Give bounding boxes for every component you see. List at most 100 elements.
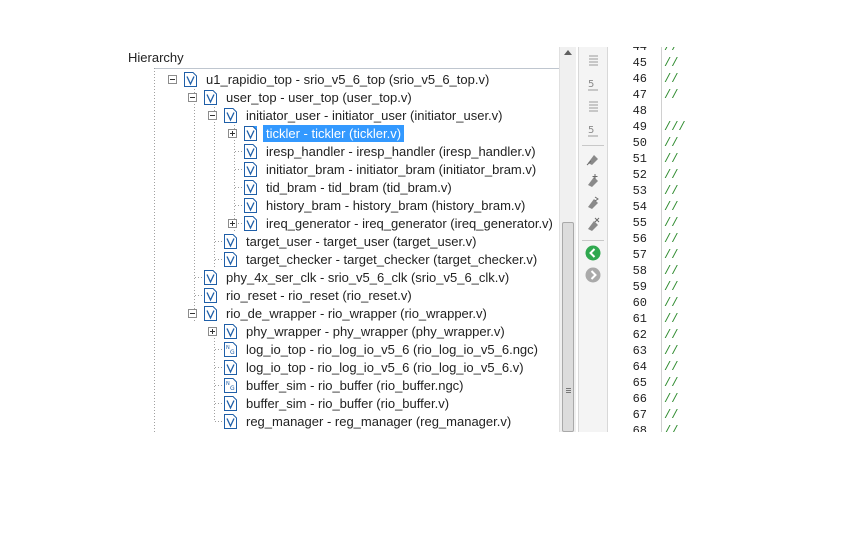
tree-node[interactable]: phy_4x_ser_clk - srio_v5_6_clk (srio_v5_… <box>188 268 512 286</box>
tree-node-selected[interactable]: tickler - tickler (tickler.v) <box>228 124 405 142</box>
code-line[interactable]: /// <box>664 120 686 134</box>
verilog-file-icon <box>244 125 257 141</box>
tree-node[interactable]: phy_wrapper - phy_wrapper (phy_wrapper.v… <box>208 322 508 340</box>
tree-node[interactable]: reg_manager - reg_manager (reg_manager.v… <box>208 412 514 430</box>
code-line[interactable]: // <box>664 136 678 150</box>
tree-node[interactable]: rio_reset - rio_reset (rio_reset.v) <box>188 286 415 304</box>
bookmark-icon[interactable] <box>583 149 603 169</box>
line-number: 63 <box>632 344 647 358</box>
tree-node[interactable]: initiator_user - initiator_user (initiat… <box>208 106 506 124</box>
code-line[interactable]: // <box>664 328 678 342</box>
tree-node-label: initiator_user - initiator_user (initiat… <box>246 107 503 123</box>
code-line[interactable]: // <box>664 360 678 374</box>
tree-connector <box>208 399 217 408</box>
code-line[interactable]: // <box>664 280 678 294</box>
tree-node[interactable]: iresp_handler - iresp_handler (iresp_han… <box>228 142 539 160</box>
tree-node[interactable]: ireq_generator - ireq_generator (ireq_ge… <box>228 214 556 232</box>
collapse-icon[interactable] <box>188 308 197 318</box>
code-line[interactable]: // <box>664 88 678 102</box>
collapse-icon[interactable] <box>168 74 177 84</box>
expand-icon[interactable] <box>208 326 217 336</box>
tree-node-label: target_user - target_user (target_user.v… <box>246 233 477 249</box>
line-number: 52 <box>632 168 647 182</box>
code-line[interactable]: // <box>664 184 678 198</box>
expand-icon[interactable] <box>228 218 237 228</box>
tree-connector <box>208 417 217 426</box>
code-line[interactable]: // <box>664 392 678 406</box>
bookmark-next-icon[interactable] <box>583 193 603 213</box>
hierarchy-scrollbar[interactable] <box>559 47 576 432</box>
line-numbers-icon[interactable]: 5 <box>583 120 603 140</box>
bookmark-clear-icon[interactable] <box>583 215 603 235</box>
hierarchy-tree[interactable]: u1_rapidio_top - srio_v5_6_top (srio_v5_… <box>154 68 559 432</box>
expand-icon[interactable] <box>228 128 237 138</box>
scroll-up-arrow-icon[interactable] <box>564 50 572 55</box>
code-line[interactable]: // <box>664 232 678 246</box>
tree-connector <box>208 381 217 390</box>
thumb-grip <box>566 390 571 391</box>
tree-connector <box>208 255 217 264</box>
tree-node[interactable]: buffer_sim - rio_buffer (rio_buffer.v) <box>208 394 452 412</box>
tree-node[interactable]: rio_de_wrapper - rio_wrapper (rio_wrappe… <box>188 304 490 322</box>
line-number: 58 <box>632 264 647 278</box>
code-line[interactable]: // <box>664 296 678 310</box>
line-numbers-icon[interactable] <box>583 51 603 71</box>
collapse-icon[interactable] <box>188 92 197 102</box>
code-line[interactable]: // <box>664 200 678 214</box>
bookmark-add-icon[interactable] <box>583 171 603 191</box>
code-editor[interactable]: 44 // 45 // 46 // 47 // 48 49 /// 50 // 51 // 52 // 53 // 5… <box>607 47 864 432</box>
code-line[interactable]: // <box>664 344 678 358</box>
line-number: 56 <box>632 232 647 246</box>
code-line[interactable]: // <box>664 47 678 54</box>
tree-node[interactable]: N G buffer_sim - rio_buffer (rio_buffer.ng… <box>208 376 467 394</box>
verilog-file-icon <box>244 197 257 213</box>
scrollbar-thumb[interactable] <box>562 222 574 432</box>
tree-node-label: target_checker - target_checker (target_… <box>246 251 538 267</box>
tree-node[interactable]: tid_bram - tid_bram (tid_bram.v) <box>228 178 455 196</box>
tree-node[interactable]: log_io_top - rio_log_io_v5_6 (rio_log_io… <box>208 358 527 376</box>
verilog-file-icon <box>244 161 257 177</box>
collapse-icon[interactable] <box>208 110 217 120</box>
hierarchy-title: Hierarchy <box>128 50 184 65</box>
tree-node-label: iresp_handler - iresp_handler (iresp_han… <box>266 143 536 159</box>
code-line[interactable]: // <box>664 56 678 70</box>
tree-node[interactable]: target_checker - target_checker (target_… <box>208 250 540 268</box>
verilog-file-icon <box>224 233 237 249</box>
code-line[interactable]: // <box>664 152 678 166</box>
code-line[interactable]: // <box>664 312 678 326</box>
gutter-divider <box>661 47 662 432</box>
svg-text:5: 5 <box>588 79 594 90</box>
line-number: 48 <box>632 104 647 118</box>
code-line[interactable]: // <box>664 216 678 230</box>
code-line[interactable]: // <box>664 424 678 432</box>
tree-connector <box>208 237 217 246</box>
code-line[interactable]: // <box>664 408 678 422</box>
netlist-file-icon: NG <box>224 341 237 357</box>
tree-node-label: rio_de_wrapper - rio_wrapper (rio_wrappe… <box>226 305 487 321</box>
tree-node[interactable]: history_bram - history_bram (history_bra… <box>228 196 528 214</box>
tree-node-label: u1_rapidio_top - srio_v5_6_top (srio_v5_… <box>206 71 490 87</box>
tree-node[interactable]: target_user - target_user (target_user.v… <box>208 232 480 250</box>
back-icon[interactable] <box>583 243 603 263</box>
line-number: 44 <box>632 47 647 54</box>
verilog-file-icon <box>204 305 217 321</box>
code-line[interactable]: // <box>664 376 678 390</box>
line-number: 51 <box>632 152 647 166</box>
verilog-file-icon <box>244 143 257 159</box>
code-line[interactable]: // <box>664 248 678 262</box>
line-number: 55 <box>632 216 647 230</box>
tree-node[interactable]: N G log_io_top - rio_log_io_v5_6 (rio_log_… <box>208 340 541 358</box>
tree-node-label: log_io_top - rio_log_io_v5_6 (rio_log_io… <box>246 359 524 375</box>
code-line[interactable]: // <box>664 264 678 278</box>
line-number: 64 <box>632 360 647 374</box>
line-numbers-icon[interactable] <box>583 97 603 117</box>
code-line[interactable]: // <box>664 72 678 86</box>
tree-node[interactable]: initiator_bram - initiator_bram (initiat… <box>228 160 539 178</box>
tree-node[interactable]: u1_rapidio_top - srio_v5_6_top (srio_v5_… <box>168 70 492 88</box>
code-line[interactable]: // <box>664 168 678 182</box>
line-number: 50 <box>632 136 647 150</box>
tree-node[interactable]: user_top - user_top (user_top.v) <box>188 88 415 106</box>
forward-icon[interactable] <box>583 265 603 285</box>
tree-node-label: buffer_sim - rio_buffer (rio_buffer.v) <box>246 395 450 411</box>
line-numbers-icon[interactable]: 5 <box>583 74 603 94</box>
